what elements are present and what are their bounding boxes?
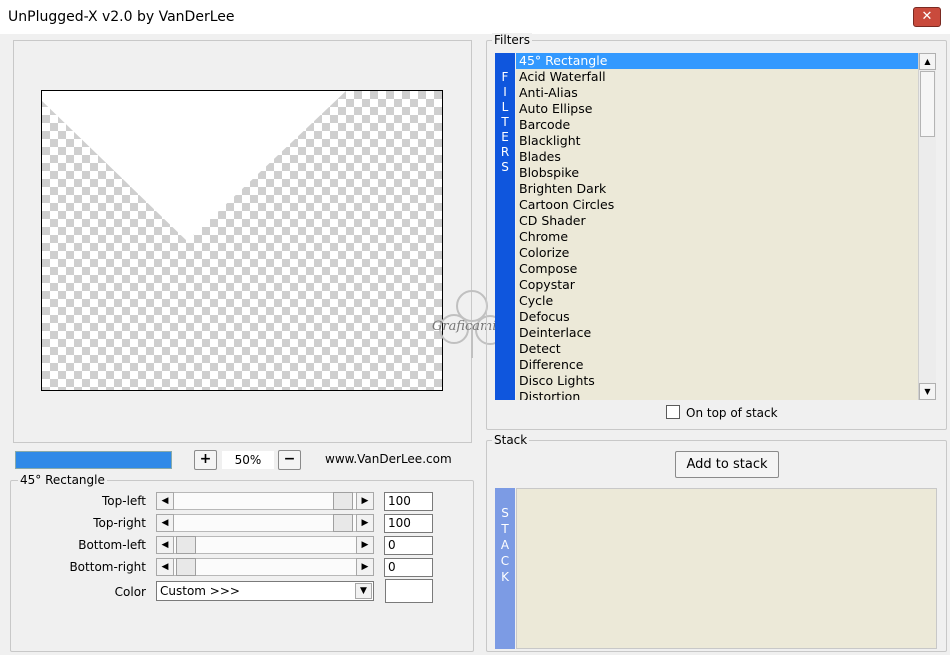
arrow-right-icon[interactable]: ▶ bbox=[356, 514, 374, 532]
param-label: Bottom-left bbox=[78, 538, 146, 552]
slider-thumb[interactable] bbox=[176, 536, 196, 554]
filter-list-item[interactable]: Chrome bbox=[516, 229, 918, 245]
chevron-down-icon[interactable]: ▼ bbox=[355, 583, 372, 599]
top-right-input[interactable]: 100 bbox=[384, 514, 433, 533]
preview-shape bbox=[42, 91, 346, 241]
filter-list-scrollbar[interactable]: ▲ ▼ bbox=[918, 53, 936, 400]
strip-letter: S bbox=[501, 160, 509, 174]
filter-list-item[interactable]: Barcode bbox=[516, 117, 918, 133]
slider-thumb[interactable] bbox=[333, 492, 353, 510]
strip-letter: F bbox=[501, 70, 509, 84]
filter-list-item[interactable]: Colorize bbox=[516, 245, 918, 261]
color-select[interactable]: Custom >>> ▼ bbox=[156, 581, 374, 601]
progress-bar bbox=[15, 451, 172, 469]
top-left-input[interactable]: 100 bbox=[384, 492, 433, 511]
title-bar: UnPlugged-X v2.0 by VanDerLee ✕ bbox=[0, 0, 950, 34]
params-group-title: 45° Rectangle bbox=[18, 473, 107, 487]
filter-list-item[interactable]: CD Shader bbox=[516, 213, 918, 229]
filter-list-item[interactable]: Blades bbox=[516, 149, 918, 165]
strip-letter: I bbox=[503, 85, 507, 99]
stack-group-title: Stack bbox=[492, 433, 530, 447]
strip-letter: K bbox=[501, 570, 509, 584]
arrow-left-icon[interactable]: ◀ bbox=[156, 536, 174, 554]
bottom-right-slider[interactable]: ◀ ▶ bbox=[156, 558, 374, 576]
strip-letter: S bbox=[501, 506, 509, 520]
filter-list-item[interactable]: Difference bbox=[516, 357, 918, 373]
zoom-in-button[interactable]: + bbox=[194, 450, 217, 470]
arrow-left-icon[interactable]: ◀ bbox=[156, 514, 174, 532]
arrow-right-icon[interactable]: ▶ bbox=[356, 492, 374, 510]
slider-thumb[interactable] bbox=[176, 558, 196, 576]
filter-list-item[interactable]: Cycle bbox=[516, 293, 918, 309]
filter-list-item[interactable]: 45° Rectangle bbox=[516, 53, 918, 69]
filters-group-title: Filters bbox=[492, 33, 532, 47]
filter-list-item[interactable]: Brighten Dark bbox=[516, 181, 918, 197]
color-swatch[interactable] bbox=[385, 579, 433, 603]
arrow-left-icon[interactable]: ◀ bbox=[156, 558, 174, 576]
filter-list-item[interactable]: Cartoon Circles bbox=[516, 197, 918, 213]
filters-strip: FILTERS bbox=[495, 53, 515, 400]
filter-list-item[interactable]: Deinterlace bbox=[516, 325, 918, 341]
strip-letter: T bbox=[501, 115, 509, 129]
filter-list[interactable]: 45° Rectangle Acid Waterfall Anti-Alias Aut… bbox=[516, 53, 918, 400]
filter-list-item[interactable]: Anti-Alias bbox=[516, 85, 918, 101]
filter-list-item[interactable]: Distortion bbox=[516, 389, 918, 400]
param-label: Color bbox=[114, 585, 146, 599]
strip-letter: E bbox=[501, 130, 509, 144]
filter-list-item[interactable]: Copystar bbox=[516, 277, 918, 293]
slider-thumb[interactable] bbox=[333, 514, 353, 532]
filter-list-item[interactable]: Disco Lights bbox=[516, 373, 918, 389]
filter-list-item[interactable]: Detect bbox=[516, 341, 918, 357]
vendor-url[interactable]: www.VanDerLee.com bbox=[325, 452, 452, 466]
strip-letter: C bbox=[500, 554, 510, 568]
close-button[interactable]: ✕ bbox=[913, 7, 941, 27]
on-top-checkbox[interactable] bbox=[666, 405, 680, 419]
scroll-up-icon[interactable]: ▲ bbox=[919, 53, 936, 70]
bottom-left-slider[interactable]: ◀ ▶ bbox=[156, 536, 374, 554]
filter-list-item[interactable]: Compose bbox=[516, 261, 918, 277]
stack-strip: STACK bbox=[495, 488, 515, 649]
param-label: Bottom-right bbox=[69, 560, 146, 574]
filter-list-item[interactable]: Blobspike bbox=[516, 165, 918, 181]
top-right-slider[interactable]: ◀ ▶ bbox=[156, 514, 374, 532]
top-left-slider[interactable]: ◀ ▶ bbox=[156, 492, 374, 510]
arrow-right-icon[interactable]: ▶ bbox=[356, 536, 374, 554]
bottom-right-input[interactable]: 0 bbox=[384, 558, 433, 577]
add-to-stack-button[interactable]: Add to stack bbox=[675, 451, 779, 478]
strip-letter: L bbox=[501, 100, 509, 114]
arrow-right-icon[interactable]: ▶ bbox=[356, 558, 374, 576]
scroll-thumb[interactable] bbox=[920, 71, 935, 137]
zoom-level: 50% bbox=[222, 451, 274, 469]
param-label: Top-left bbox=[101, 494, 146, 508]
param-label: Top-right bbox=[93, 516, 146, 530]
strip-letter: A bbox=[500, 538, 510, 552]
strip-letter: R bbox=[500, 145, 510, 159]
strip-letter: T bbox=[501, 522, 509, 536]
zoom-out-button[interactable]: − bbox=[278, 450, 301, 470]
color-select-value: Custom >>> bbox=[160, 584, 240, 598]
stack-list[interactable] bbox=[516, 488, 937, 649]
filter-list-item[interactable]: Acid Waterfall bbox=[516, 69, 918, 85]
filter-list-item[interactable]: Blacklight bbox=[516, 133, 918, 149]
bottom-left-input[interactable]: 0 bbox=[384, 536, 433, 555]
filter-list-item[interactable]: Defocus bbox=[516, 309, 918, 325]
window-title: UnPlugged-X v2.0 by VanDerLee bbox=[8, 9, 235, 25]
scroll-down-icon[interactable]: ▼ bbox=[919, 383, 936, 400]
filter-list-item[interactable]: Auto Ellipse bbox=[516, 101, 918, 117]
preview-canvas[interactable] bbox=[41, 90, 443, 391]
on-top-label: On top of stack bbox=[686, 406, 778, 420]
arrow-left-icon[interactable]: ◀ bbox=[156, 492, 174, 510]
